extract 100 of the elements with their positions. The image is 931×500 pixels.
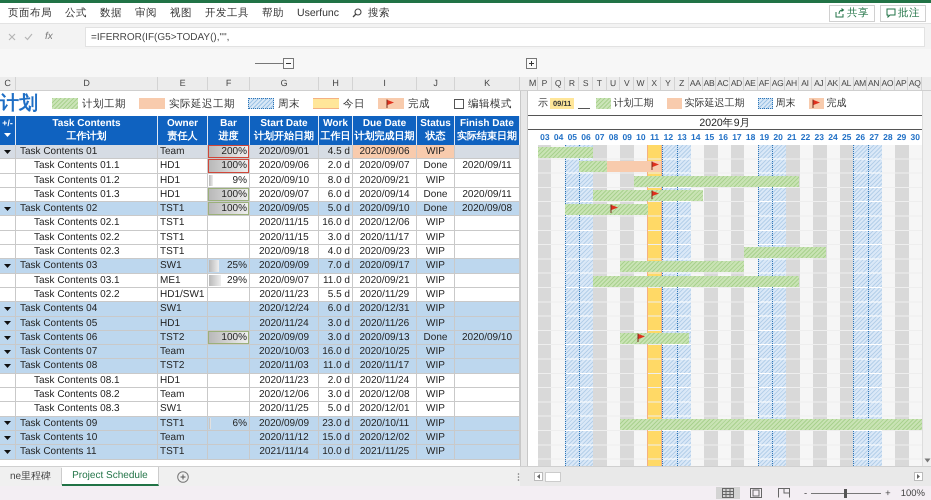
ribbon-tab[interactable]: 帮助 (262, 6, 284, 20)
table-row[interactable]: Task Contents 06 TST2 100% 2020/09/09 3.0 d 2020/09/13 Done 2020/09/10 (0, 330, 520, 346)
table-row[interactable]: Task Contents 08 TST2 2020/11/03 11.0 d 2020/11/17 WIP (0, 359, 520, 374)
column-letter[interactable]: T (592, 77, 607, 90)
check-icon[interactable] (24, 32, 33, 40)
view-button[interactable] (716, 487, 740, 499)
table-row[interactable]: Task Contents 08.3 SW1 2020/11/25 5.0 d 2020/12/01 WIP (0, 402, 520, 417)
column-letter[interactable]: AM (854, 77, 868, 90)
caret-icon[interactable] (4, 150, 11, 154)
column-letter[interactable]: AK (826, 77, 840, 90)
column-letter[interactable]: V (620, 77, 634, 90)
caret-icon[interactable] (4, 350, 11, 354)
table-row[interactable]: Task Contents 02.2 HD1/SW1 2020/11/23 5.5 d 2020/11/29 WIP (0, 288, 520, 302)
formula-field[interactable]: =IFERROR(IF(G5>TODAY(),"", (85, 26, 925, 46)
caret-icon[interactable] (4, 206, 11, 211)
column-letter[interactable]: P (538, 77, 552, 90)
table-row[interactable]: Task Contents 01.2 HD1 9% 2020/09/10 8.0 d 2020/09/21 WIP (0, 174, 520, 188)
column-letter[interactable]: H (319, 77, 353, 90)
column-letter[interactable]: AI (798, 77, 812, 90)
column-letter[interactable]: AB (702, 77, 716, 90)
caret-icon[interactable] (4, 264, 11, 268)
zoom-in-button[interactable]: + (885, 488, 891, 498)
caret-icon[interactable] (4, 436, 11, 440)
column-letter[interactable]: D (16, 77, 158, 90)
zoom-out-button[interactable]: - (804, 488, 808, 498)
column-letter[interactable]: U (606, 77, 620, 90)
insert-function-button[interactable]: fx (45, 31, 85, 42)
share-button[interactable]: 共享 (829, 4, 875, 22)
table-row[interactable]: Task Contents 05 HD1 2020/11/24 3.0 d 2020/11/26 WIP (0, 316, 520, 331)
search-box[interactable]: 搜索 (352, 6, 390, 20)
table-row[interactable]: Task Contents 01 Team 200% 2020/09/01 4.5 d 2020/09/06 WIP (0, 145, 520, 160)
table-row[interactable]: Task Contents 08.2 Team 2020/12/06 3.0 d 2020/12/08 WIP (0, 388, 520, 402)
more-icon[interactable] (517, 472, 520, 482)
column-letter[interactable]: AL (840, 77, 854, 90)
scroll-left-icon[interactable] (534, 472, 543, 481)
column-letter[interactable]: AO (880, 77, 895, 90)
horizontal-scrollbar[interactable] (520, 467, 931, 486)
checkbox[interactable] (454, 98, 464, 108)
table-row[interactable]: Task Contents 02.1 TST1 2020/11/15 16.0 d 2020/12/06 WIP (0, 216, 520, 231)
column-letter[interactable]: W (634, 77, 648, 90)
ribbon-tab[interactable]: 页面布局 (8, 6, 52, 20)
column-letter[interactable]: X (648, 77, 662, 90)
scroll-down-icon[interactable] (924, 458, 930, 463)
table-row[interactable]: Task Contents 10 Team 2020/11/12 15.0 d 2020/12/02 WIP (0, 430, 520, 446)
sheet-tab[interactable]: Project Schedule (62, 467, 159, 486)
table-row[interactable]: Task Contents 07 Team 2020/10/03 16.0 d 2020/10/25 WIP (0, 345, 520, 360)
scroll-thumb[interactable] (545, 472, 561, 482)
column-letter[interactable]: AG (771, 77, 785, 90)
add-sheet-icon[interactable] (176, 470, 189, 482)
column-letter[interactable]: E (158, 77, 208, 90)
column-letter[interactable]: C (0, 77, 16, 90)
table-row[interactable]: Task Contents 04 SW1 2020/12/24 6.0 d 2020/12/31 WIP (0, 302, 520, 317)
column-letter[interactable]: G (250, 77, 319, 90)
ribbon-tab[interactable]: 开发工具 (205, 6, 249, 20)
table-row[interactable]: Task Contents 02.2 TST1 2020/11/15 3.0 d 2020/11/17 WIP (0, 230, 520, 246)
caret-icon[interactable] (4, 306, 11, 311)
column-letter[interactable]: AP (894, 77, 908, 90)
table-row[interactable]: Task Contents 01.1 HD1 100% 2020/09/06 2.0 d 2020/09/07 Done 2020/09/11 (0, 159, 520, 174)
plus-icon[interactable] (526, 58, 537, 68)
table-row[interactable]: Task Contents 02 TST1 100% 2020/09/05 5.0 d 2020/09/10 Done 2020/09/08 (0, 202, 520, 216)
table-row[interactable]: Task Contents 02.3 TST1 2020/09/18 4.0 d 2020/09/23 WIP (0, 245, 520, 260)
column-letter[interactable]: AD (730, 77, 744, 90)
column-letter[interactable]: Q (552, 77, 566, 90)
table-row[interactable]: Task Contents 09 TST1 6% 2020/09/09 23.0 d 2020/10/11 WIP (0, 416, 520, 431)
column-letter[interactable]: Y (661, 77, 676, 90)
column-letter[interactable]: AF (758, 77, 772, 90)
column-letter[interactable]: AN (867, 77, 881, 90)
scroll-right-icon[interactable] (914, 472, 923, 481)
column-letter[interactable]: J (417, 77, 455, 90)
table-row[interactable]: Task Contents 01.3 HD1 100% 2020/09/07 6.0 d 2020/09/14 Done 2020/09/11 (0, 188, 520, 202)
table-row[interactable]: Task Contents 08.1 HD1 2020/11/23 2.0 d 2020/11/24 WIP (0, 374, 520, 388)
minus-icon[interactable] (283, 58, 294, 68)
ribbon-tab[interactable]: 审阅 (135, 6, 157, 20)
column-letter[interactable]: AH (784, 77, 799, 90)
caret-icon[interactable] (4, 421, 11, 426)
caret-icon[interactable] (4, 364, 11, 368)
ribbon-tab[interactable]: Userfunc (297, 7, 340, 19)
column-letter[interactable]: F (208, 77, 250, 90)
table-row[interactable]: Task Contents 03 SW1 25% 2020/09/09 7.0 d 2020/09/17 WIP (0, 259, 520, 274)
caret-icon[interactable] (4, 321, 11, 326)
caret-icon[interactable] (4, 336, 11, 340)
table-row[interactable]: Task Contents 03.1 ME1 29% 2020/09/07 11.0 d 2020/09/21 WIP (0, 274, 520, 288)
column-letter[interactable]: AQ (908, 77, 922, 90)
ribbon-tab[interactable]: 公式 (65, 6, 87, 20)
column-letter[interactable]: AJ (812, 77, 826, 90)
column-letter[interactable]: AA (688, 77, 703, 90)
caret-icon[interactable] (4, 133, 11, 137)
ribbon-tab[interactable]: 视图 (170, 6, 192, 20)
ribbon-tab[interactable]: 数据 (100, 6, 122, 20)
column-letter[interactable]: M (528, 77, 538, 90)
column-letter[interactable]: AE (744, 77, 758, 90)
column-letter[interactable]: I (353, 77, 417, 90)
table-row[interactable]: Task Contents 11 TST1 2021/11/14 10.0 d 2021/11/25 WIP (0, 445, 520, 460)
caret-icon[interactable] (4, 450, 11, 454)
column-letter[interactable]: K (455, 77, 520, 90)
column-letter[interactable]: R (565, 77, 580, 90)
comment-button[interactable]: 批注 (880, 4, 926, 22)
column-letter[interactable]: Z (675, 77, 689, 90)
column-letter[interactable]: S (579, 77, 593, 90)
slider-thumb[interactable] (844, 488, 848, 498)
